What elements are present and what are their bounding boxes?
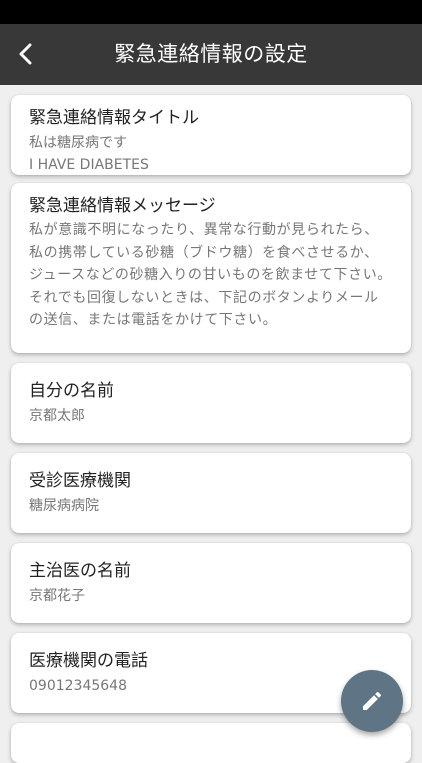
card-title: 主治医の名前 <box>29 561 131 581</box>
card-value: 京都花子 <box>29 588 85 604</box>
app-bar: 緊急連絡情報の設定 <box>0 24 422 85</box>
card-title: 受診医療機関 <box>29 471 131 491</box>
card-emergency-title[interactable]: 緊急連絡情報タイトル 私は糖尿病です I HAVE DIABETES <box>11 95 411 175</box>
card-value: 私は糖尿病です I HAVE DIABETES <box>29 135 149 173</box>
card-value: 京都太郎 <box>29 408 85 424</box>
status-bar <box>0 0 422 24</box>
edit-fab-button[interactable] <box>341 670 403 732</box>
pencil-icon <box>363 691 382 710</box>
card-emergency-message[interactable]: 緊急連絡情報メッセージ 私が意識不明になったり、異常な行動が見られたら、私の携帯… <box>11 183 411 353</box>
card-doctor-name[interactable]: 主治医の名前 京都花子 <box>11 543 411 623</box>
card-title: 医療機関の電話 <box>29 651 148 671</box>
card-next-partial[interactable] <box>11 723 411 763</box>
card-medical-institution[interactable]: 受診医療機関 糖尿病病院 <box>11 453 411 533</box>
card-title: 自分の名前 <box>29 381 114 401</box>
card-value: 私が意識不明になったり、異常な行動が見られたら、私の携帯している砂糖（ブドウ糖）… <box>29 222 392 328</box>
card-value: 糖尿病病院 <box>29 498 99 514</box>
card-value: 09012345648 <box>29 678 127 694</box>
card-title: 緊急連絡情報タイトル <box>29 108 199 128</box>
card-own-name[interactable]: 自分の名前 京都太郎 <box>11 363 411 443</box>
page-title: 緊急連絡情報の設定 <box>114 42 308 66</box>
card-title: 緊急連絡情報メッセージ <box>29 196 216 216</box>
